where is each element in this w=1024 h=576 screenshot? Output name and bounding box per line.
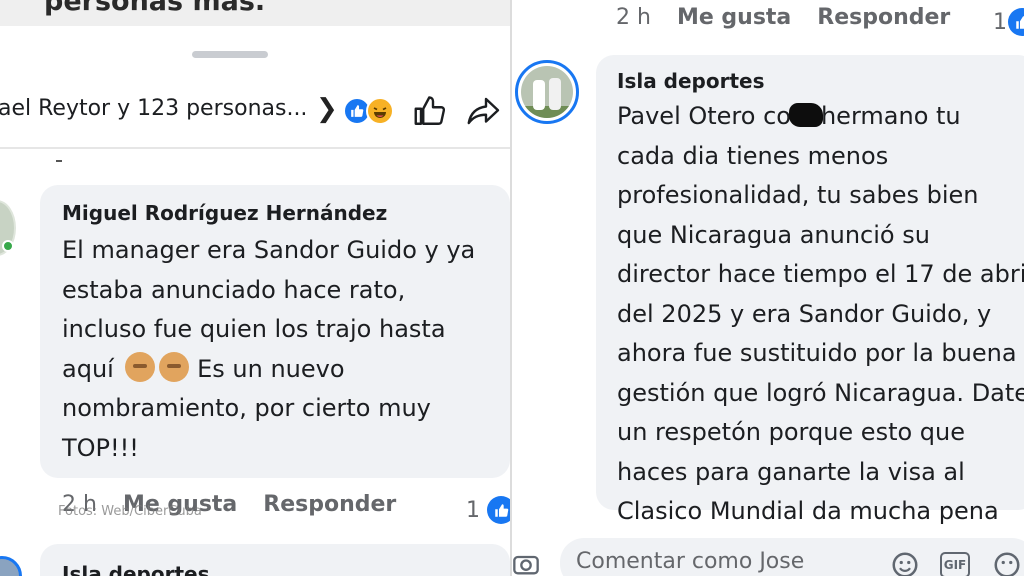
avatar-photo-figure: [533, 80, 545, 110]
haha-reaction-icon: [366, 97, 394, 125]
comment-line: Pavel Otero co: [617, 102, 791, 130]
comment-line: nombramiento, por cierto muy: [62, 394, 431, 422]
thumbs-up-icon[interactable]: [412, 93, 448, 129]
comment-actions: 2 h Me gusta Responder: [616, 5, 950, 30]
camera-icon[interactable]: [512, 550, 540, 576]
comment-text-rest: cada dia tienes menos profesionalidad, t…: [617, 141, 1024, 526]
avatar-photo-figure: [549, 78, 561, 110]
facepalm-emoji-icon: [125, 351, 156, 382]
like-count[interactable]: 1: [466, 498, 480, 523]
comment-text: El manager era Sandor Guido y ya estaba …: [62, 231, 507, 468]
post-text-fragment: personas más.: [44, 0, 266, 17]
avatar-photo: [521, 66, 573, 118]
sheet-drag-handle[interactable]: [192, 51, 268, 58]
post-text-band: personas más.: [0, 0, 510, 26]
avatar[interactable]: [515, 60, 579, 124]
reaction-summary-text[interactable]: ael Reytor y 123 personas...: [0, 96, 307, 121]
gif-icon[interactable]: GIF: [940, 552, 970, 576]
comment-line: El manager era Sandor Guido y ya: [62, 236, 476, 264]
comment-bubble[interactable]: Isla deportes Pavel Otero co hermano tu c…: [596, 55, 1024, 525]
comment-bubble[interactable]: Miguel Rodríguez Hernández El manager er…: [40, 185, 510, 478]
right-screenshot-panel: 2 h Me gusta Responder 1 Isla deportes Pav…: [512, 0, 1024, 576]
share-icon[interactable]: [464, 93, 502, 129]
sticker-icon[interactable]: [992, 550, 1022, 576]
left-screenshot-panel: personas más. ael Reytor y 123 personas.…: [0, 0, 510, 576]
reply-button[interactable]: Responder: [263, 492, 396, 517]
like-badge-icon[interactable]: [487, 496, 510, 524]
reaction-summary-row[interactable]: ael Reytor y 123 personas... ❯: [0, 86, 510, 136]
comment-author[interactable]: Isla deportes: [62, 562, 210, 576]
redaction-scribble: [788, 103, 823, 127]
avatar[interactable]: [0, 556, 22, 576]
tiny-dash: [56, 160, 62, 162]
like-button[interactable]: Me gusta: [677, 5, 791, 30]
avatar-photo-ground: [521, 106, 573, 118]
section-divider: [0, 147, 510, 149]
comment-input[interactable]: [576, 546, 856, 576]
comment-line: aquí: [62, 354, 114, 383]
comment-bubble[interactable]: Isla deportes: [40, 544, 510, 576]
chevron-right-icon[interactable]: ❯: [316, 94, 338, 124]
reply-button[interactable]: Responder: [817, 5, 950, 30]
comment-composer[interactable]: GIF: [560, 538, 1024, 576]
comment-author[interactable]: Miguel Rodríguez Hernández: [62, 201, 387, 225]
like-count[interactable]: 1: [993, 10, 1007, 35]
comment-line: hermano tu: [820, 102, 961, 130]
comment-author[interactable]: Isla deportes: [617, 69, 765, 93]
comment-line: estaba anunciado hace rato,: [62, 275, 406, 304]
photo-credit-watermark: Fotos: Web/CiberCuba: [58, 504, 202, 519]
comment-timestamp: 2 h: [616, 5, 651, 30]
emoji-icon[interactable]: [890, 550, 920, 576]
online-status-dot: [2, 240, 14, 252]
like-badge-icon[interactable]: [1008, 8, 1024, 36]
facepalm-emoji-icon: [159, 351, 190, 382]
comment-text: Pavel Otero co hermano tu cada dia tienes…: [617, 97, 1024, 532]
comment-line: incluso fue quien los trajo hasta: [62, 315, 446, 343]
comment-line: TOP!!!: [62, 433, 139, 462]
comment-line: Es un nuevo: [197, 354, 345, 383]
